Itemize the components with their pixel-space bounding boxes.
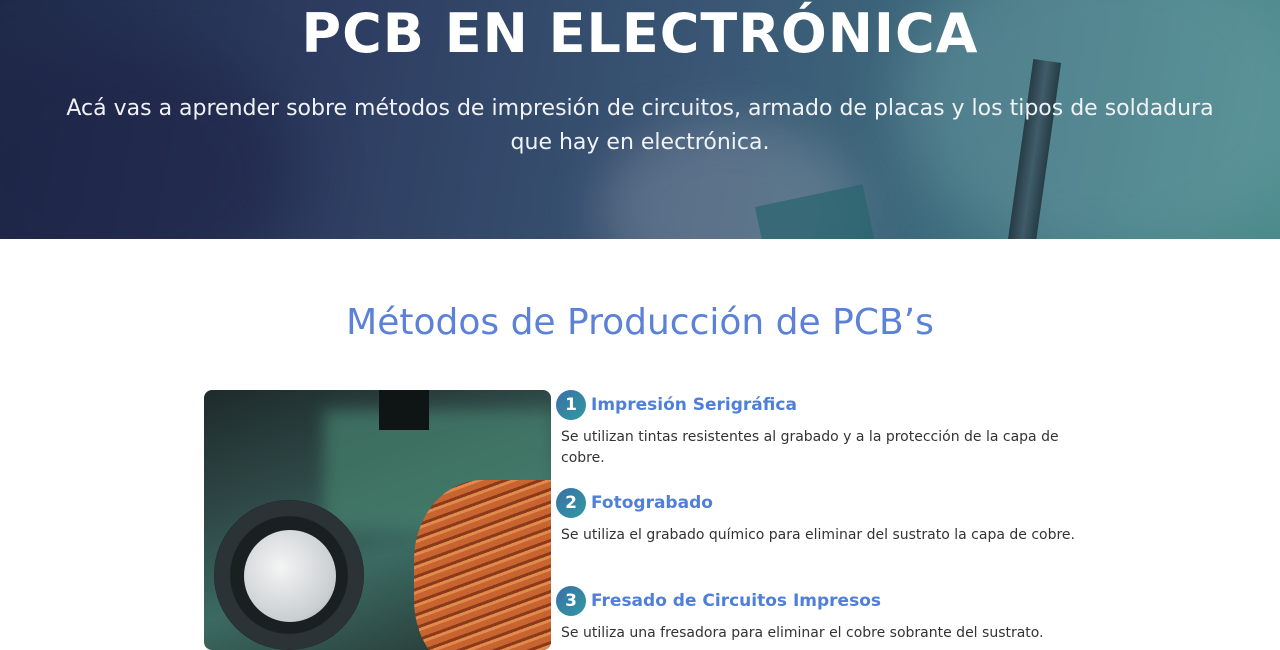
method-description: Se utiliza el grabado químico para elimi… (561, 527, 1075, 543)
method-number-badge: 1 (556, 390, 586, 420)
photo-chip (379, 390, 429, 430)
hero-subtitle: Acá vas a aprender sobre métodos de impr… (66, 96, 1214, 155)
method-title: Impresión Serigráfica (591, 395, 797, 415)
method-description: Se utiliza una fresadora para eliminar e… (561, 625, 1044, 641)
method-description: Se utilizan tintas resistentes al grabad… (561, 429, 1059, 466)
photo-capacitor-top (244, 530, 336, 622)
method-title: Fotograbado (591, 493, 713, 513)
pcb-components-photo (204, 390, 551, 650)
method-number-badge: 2 (556, 488, 586, 518)
hero-banner: PCB EN ELECTRÓNICA Acá vas a aprender so… (0, 0, 1280, 239)
hero-title: PCB EN ELECTRÓNICA (301, 2, 979, 65)
method-title: Fresado de Circuitos Impresos (591, 591, 881, 611)
section-title: Métodos de Producción de PCB’s (346, 302, 934, 343)
method-number-badge: 3 (556, 586, 586, 616)
photo-copper-coil (414, 480, 551, 650)
